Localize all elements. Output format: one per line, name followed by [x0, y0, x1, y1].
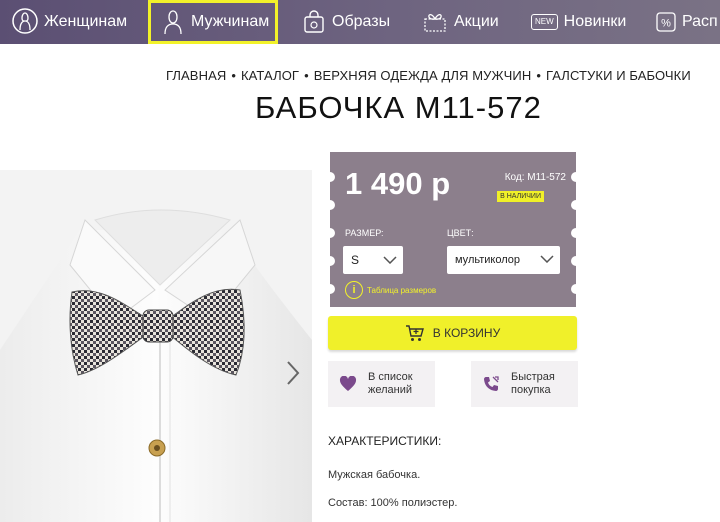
ticket-notch [325, 228, 335, 238]
breadcrumb-catalog[interactable]: КАТАЛОГ [241, 68, 299, 83]
chevron-down-icon [540, 254, 554, 266]
nav-label: Расп [682, 13, 718, 30]
color-label: ЦВЕТ: [447, 228, 474, 238]
breadcrumb-outerwear-men[interactable]: ВЕРХНЯЯ ОДЕЖДА ДЛЯ МУЖЧИН [314, 68, 532, 83]
nav-label: Новинки [563, 13, 627, 30]
quick-label-line1: Быстрая [511, 371, 555, 383]
cart-label: В КОРЗИНУ [432, 326, 501, 340]
svg-text:%: % [661, 18, 671, 30]
ticket-notch [325, 256, 335, 266]
shopping-bag-icon [302, 10, 326, 34]
size-select[interactable]: S [343, 246, 403, 274]
ticket-notch [325, 284, 335, 294]
nav-item-women[interactable]: Женщинам [12, 0, 127, 44]
characteristics-line: Состав: 100% полиэстер. [328, 497, 458, 509]
next-image-arrow[interactable] [283, 358, 303, 388]
chevron-down-icon [383, 253, 397, 267]
nav-label: Мужчинам [191, 13, 270, 30]
man-icon [161, 8, 185, 36]
nav-item-men[interactable]: Мужчинам [148, 0, 278, 44]
quick-buy-button[interactable]: Быстрая покупка [471, 361, 578, 407]
characteristics-title: ХАРАКТЕРИСТИКИ: [328, 434, 442, 448]
size-label: РАЗМЕР: [345, 228, 384, 238]
product-image [0, 170, 312, 522]
breadcrumb-separator: • [536, 68, 541, 83]
nav-label: Женщинам [44, 13, 128, 30]
breadcrumb: ГЛАВНАЯ • КАТАЛОГ • ВЕРХНЯЯ ОДЕЖДА ДЛЯ МУЖЧИ… [166, 68, 691, 83]
phone-icon [471, 375, 511, 393]
product-code: Код: M11-572 [504, 172, 566, 183]
breadcrumb-separator: • [231, 68, 236, 83]
size-value: S [351, 253, 360, 267]
info-icon: i [345, 281, 363, 299]
color-select[interactable]: мультиколор [447, 246, 560, 274]
ticket-notch [571, 284, 581, 294]
woman-icon [12, 8, 38, 36]
ticket-notch [571, 228, 581, 238]
characteristics-line: Мужская бабочка. [328, 469, 421, 481]
ticket-notch [325, 200, 335, 210]
color-value: мультиколор [455, 254, 521, 266]
heart-icon [328, 376, 368, 392]
ticket-notch [571, 172, 581, 182]
wishlist-label-line1: В список [368, 371, 413, 383]
ticket-notch [571, 200, 581, 210]
wishlist-label-line2: желаний [368, 384, 413, 396]
nav-item-sales[interactable]: Акции [422, 0, 499, 44]
nav-item-looks[interactable]: Образы [302, 0, 390, 44]
quick-label-line2: покупка [511, 384, 551, 396]
wishlist-button[interactable]: В список желаний [328, 361, 435, 407]
size-table-link[interactable]: i Таблица размеров [345, 281, 436, 299]
breadcrumb-home[interactable]: ГЛАВНАЯ [166, 68, 226, 83]
gift-tag-icon [422, 10, 448, 34]
percent-icon: % [656, 12, 676, 32]
cart-icon [405, 324, 425, 342]
stock-badge: В НАЛИЧИИ [497, 191, 544, 202]
nav-label: Образы [332, 13, 391, 30]
page-title: БАБОЧКА M11-572 [255, 90, 542, 125]
nav-item-new[interactable]: NEW Новинки [531, 0, 626, 44]
ticket-notch [325, 172, 335, 182]
product-price: 1 490 р [345, 166, 451, 201]
main-nav: Женщинам Мужчинам Образы Акции NEW Новин… [0, 0, 720, 44]
breadcrumb-ties-bowties[interactable]: ГАЛСТУКИ И БАБОЧКИ [546, 68, 691, 83]
ticket-notch [571, 256, 581, 266]
new-badge-icon: NEW [531, 14, 558, 30]
nav-label: Акции [454, 13, 499, 30]
price-card: 1 490 р Код: M11-572 В НАЛИЧИИ РАЗМЕР: Ц… [325, 152, 581, 307]
size-table-label: Таблица размеров [367, 285, 437, 295]
nav-item-sale-percent[interactable]: % Расп [656, 0, 718, 44]
add-to-cart-button[interactable]: В КОРЗИНУ [328, 316, 577, 350]
breadcrumb-separator: • [304, 68, 309, 83]
